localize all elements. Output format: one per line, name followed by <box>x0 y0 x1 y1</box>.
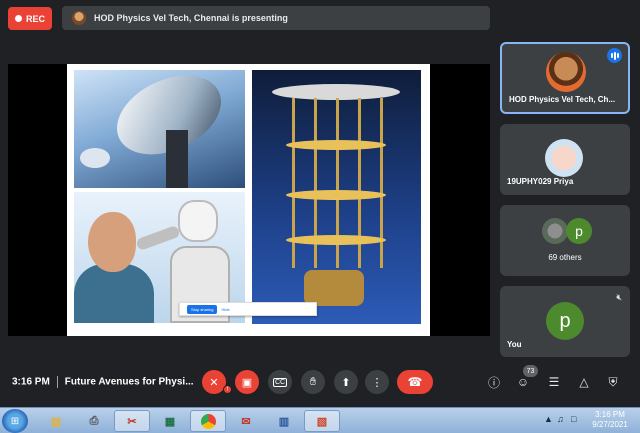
volume-icon[interactable]: ♫ <box>557 414 564 424</box>
divider <box>56 376 58 388</box>
mic-off-icon: ✕ <box>209 376 219 389</box>
word-icon: ▥ <box>278 415 290 428</box>
recording-label: REC <box>25 13 45 24</box>
participant-tile-presenter[interactable]: HOD Physics Vel Tech, Ch... <box>500 42 630 114</box>
leave-call-button[interactable]: ☎︎ <box>397 370 433 394</box>
quantum-computer-image <box>252 70 421 324</box>
warning-icon: ! <box>223 385 232 394</box>
camera-toggle-button[interactable]: ▣ <box>235 370 259 394</box>
people-icon: ☺︎ <box>516 375 530 389</box>
participant-tile-others[interactable]: p 69 others <box>500 205 630 276</box>
taskbar-chrome[interactable] <box>190 410 226 432</box>
hide-share-bar-button[interactable]: Hide <box>221 307 229 312</box>
participant-name: HOD Physics Vel Tech, Ch... <box>509 95 616 104</box>
satellite-dish-image <box>74 70 245 188</box>
more-options-button[interactable]: ⋮ <box>365 370 389 394</box>
windows-logo-icon: ⊞ <box>10 415 20 427</box>
record-dot-icon <box>14 15 22 22</box>
avatar: p <box>546 302 584 340</box>
presenter-avatar <box>72 11 86 25</box>
meeting-details: 3:16 PM Future Avenues for Physi... <box>12 376 194 388</box>
present-now-button[interactable]: ⬆︎ <box>334 370 358 394</box>
participant-name: You <box>507 340 522 349</box>
speaking-indicator-icon <box>607 48 622 63</box>
taskbar-explorer[interactable]: ▤ <box>38 410 74 432</box>
start-button[interactable]: ⊞ <box>2 409 28 433</box>
people-count-badge: 73 <box>523 365 538 377</box>
raise-hand-button[interactable]: ✋︎ <box>301 370 325 394</box>
participant-tile-self[interactable]: 🔇︎ p You <box>500 286 630 357</box>
camera-off-icon: ▣ <box>241 376 253 389</box>
meeting-time: 3:16 PM <box>12 376 50 388</box>
presentation-slide: Stop sharing Hide <box>67 64 430 336</box>
shared-screen: Stop sharing Hide <box>8 64 490 336</box>
mic-off-icon: 🔇︎ <box>616 292 622 302</box>
captions-button[interactable]: CC <box>268 370 292 394</box>
avatar <box>545 139 583 177</box>
screen-share-notice: Stop sharing Hide <box>179 302 317 316</box>
taskbar-app-3[interactable]: ✂ <box>114 410 150 432</box>
avatar: p <box>566 218 592 244</box>
taskbar-excel[interactable]: ▦ <box>152 410 188 432</box>
clock-date: 9/27/2021 <box>592 420 628 429</box>
taskbar-app-2[interactable]: ⎙ <box>76 410 112 432</box>
info-icon: ⓘ <box>487 375 500 390</box>
avatar <box>542 218 568 244</box>
network-icon[interactable]: □ <box>571 414 576 424</box>
avatar <box>546 52 586 92</box>
raise-hand-icon: ✋︎ <box>309 375 317 388</box>
meeting-info-button[interactable]: ⓘ <box>486 374 502 390</box>
taskbar-powerpoint[interactable]: ▧ <box>304 410 340 432</box>
presenting-text: HOD Physics Vel Tech, Chennai is present… <box>94 13 288 23</box>
pdf-icon: ✉ <box>241 415 251 428</box>
presenting-banner: HOD Physics Vel Tech, Chennai is present… <box>62 6 490 30</box>
app-icon: ⎙ <box>89 414 99 427</box>
taskbar-clock[interactable]: 3:16 PM 9/27/2021 <box>585 410 635 430</box>
taskbar-pdf-reader[interactable]: ✉ <box>228 410 264 432</box>
others-count: 69 others <box>548 253 582 262</box>
participant-name: 19UPHY029 Priya <box>507 177 574 186</box>
chat-button[interactable]: ☰ <box>546 374 562 390</box>
chrome-icon <box>200 413 216 429</box>
more-options-icon: ⋮ <box>371 376 383 389</box>
folder-icon: ▤ <box>50 415 62 428</box>
tray-arrow-icon[interactable]: ▲ <box>544 414 553 424</box>
end-call-icon: ☎︎ <box>407 375 423 389</box>
meet-window: REC HOD Physics Vel Tech, Chennai is pre… <box>0 0 640 433</box>
shield-icon: ⛨ <box>608 374 618 389</box>
host-controls-button[interactable]: ⛨ <box>605 374 621 390</box>
stop-sharing-button[interactable]: Stop sharing <box>187 304 218 314</box>
windows-taskbar: ⊞ ▤ ⎙ ✂ ▦ ✉ ▥ ▧ ▲ ♫ □ <box>0 407 640 433</box>
app-icon: ✂ <box>127 415 137 428</box>
clock-time: 3:16 PM <box>595 410 625 419</box>
activities-button[interactable]: △ <box>576 374 592 390</box>
taskbar-word[interactable]: ▥ <box>266 410 302 432</box>
activities-icon: △ <box>579 375 589 389</box>
present-icon: ⬆︎ <box>341 376 351 389</box>
powerpoint-icon: ▧ <box>316 415 328 428</box>
recording-indicator[interactable]: REC <box>8 7 52 30</box>
chat-icon: ☰ <box>548 375 560 389</box>
excel-icon: ▦ <box>164 415 176 428</box>
meeting-title: Future Avenues for Physi... <box>64 376 194 388</box>
captions-icon: CC <box>272 377 288 387</box>
participant-tile-priya[interactable]: 19UPHY029 Priya <box>500 124 630 195</box>
